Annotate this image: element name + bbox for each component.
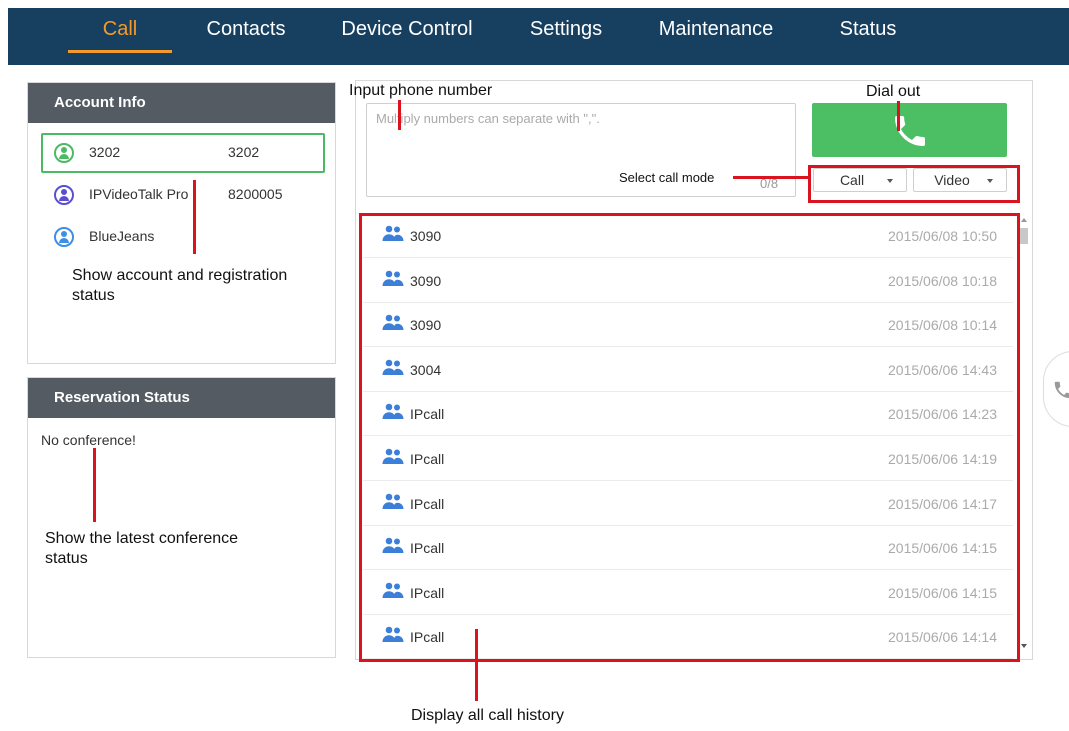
account-number: 8200005 bbox=[228, 186, 283, 202]
tab-maintenance[interactable]: Maintenance bbox=[646, 18, 786, 42]
tab-contacts[interactable]: Contacts bbox=[191, 18, 301, 42]
annotation-dial-out: Dial out bbox=[866, 83, 921, 100]
annotation-input-phone: Input phone number bbox=[349, 82, 493, 99]
user-icon bbox=[54, 143, 74, 163]
annotation-box-history bbox=[359, 213, 1020, 662]
phone-number-input[interactable]: Multiply numbers can separate with ",". bbox=[366, 103, 796, 197]
reservation-status-text: No conference! bbox=[41, 432, 136, 448]
dial-out-button[interactable] bbox=[812, 103, 1007, 157]
annotation-line bbox=[897, 101, 900, 131]
active-tab-underline bbox=[68, 50, 172, 53]
account-name: 3202 bbox=[89, 144, 121, 160]
account-name: BlueJeans bbox=[89, 228, 155, 244]
account-row[interactable]: BlueJeans bbox=[41, 217, 325, 257]
annotation-line bbox=[475, 629, 478, 701]
account-row[interactable]: IPVideoTalk Pro 8200005 bbox=[41, 175, 325, 215]
floating-call-button[interactable] bbox=[1043, 351, 1069, 427]
user-icon bbox=[54, 227, 74, 247]
scroll-down-icon[interactable] bbox=[1021, 644, 1027, 648]
scroll-up-icon[interactable] bbox=[1021, 218, 1027, 222]
annotation-account-status: Show account and registration status bbox=[72, 267, 288, 304]
annotation-select-mode: Select call mode bbox=[619, 170, 715, 185]
account-info-title: Account Info bbox=[28, 83, 335, 123]
phone-icon bbox=[1054, 381, 1069, 399]
annotation-line bbox=[93, 448, 96, 522]
account-row[interactable]: 3202 3202 bbox=[41, 133, 325, 173]
tab-device-control[interactable]: Device Control bbox=[334, 18, 480, 42]
annotation-box-call-mode bbox=[808, 165, 1020, 203]
user-icon bbox=[54, 185, 74, 205]
tab-settings[interactable]: Settings bbox=[518, 18, 614, 42]
top-nav: Call Contacts Device Control Settings Ma… bbox=[8, 8, 1069, 65]
tab-call[interactable]: Call bbox=[64, 18, 176, 42]
account-name: IPVideoTalk Pro bbox=[89, 186, 189, 202]
annotation-line bbox=[733, 176, 809, 179]
annotation-line bbox=[398, 100, 401, 130]
account-number: 3202 bbox=[228, 144, 260, 160]
annotation-call-history: Display all call history bbox=[411, 707, 564, 724]
scroll-thumb[interactable] bbox=[1020, 228, 1028, 244]
account-info-panel: Account Info 3202 3202 IPVideoTalk Pro 8… bbox=[27, 82, 336, 364]
reservation-title: Reservation Status bbox=[28, 378, 335, 418]
phone-icon bbox=[895, 116, 925, 146]
tab-status[interactable]: Status bbox=[830, 18, 906, 42]
annotation-conference-status: Show the latest conference status bbox=[45, 530, 239, 567]
annotation-line bbox=[193, 180, 196, 254]
reservation-panel: Reservation Status No conference! bbox=[27, 377, 336, 658]
